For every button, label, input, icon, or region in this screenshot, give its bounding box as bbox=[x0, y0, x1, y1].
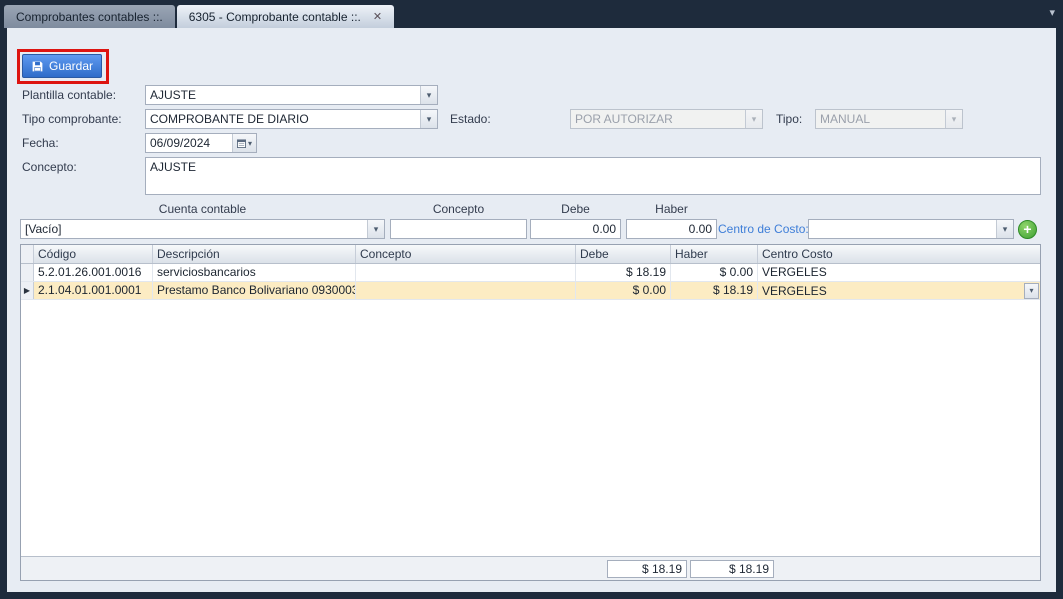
column-header-indicator bbox=[21, 245, 34, 263]
row-indicator bbox=[21, 264, 34, 281]
cell-centro-costo[interactable]: VERGELES ▾ bbox=[758, 282, 1040, 299]
save-icon bbox=[31, 60, 44, 73]
chevron-down-icon[interactable]: ▾ bbox=[1049, 6, 1055, 19]
column-header-concepto[interactable]: Concepto bbox=[356, 245, 576, 263]
tipo-combobox: MANUAL ▾ bbox=[815, 109, 963, 129]
cell-codigo[interactable]: 5.2.01.26.001.0016 bbox=[34, 264, 153, 281]
fecha-value: 06/09/2024 bbox=[150, 136, 211, 150]
cell-haber[interactable]: $ 0.00 bbox=[671, 264, 758, 281]
chevron-down-icon: ▾ bbox=[945, 110, 962, 128]
entry-header-haber: Haber bbox=[655, 202, 688, 216]
chevron-glyph: ▾ bbox=[426, 113, 432, 124]
add-row-button[interactable]: + bbox=[1018, 220, 1037, 239]
grid-header: Código Descripción Concepto Debe Haber C… bbox=[21, 245, 1040, 264]
entry-header-debe: Debe bbox=[561, 202, 590, 216]
column-header-haber[interactable]: Haber bbox=[671, 245, 758, 263]
column-header-descripcion[interactable]: Descripción bbox=[153, 245, 356, 263]
cuenta-contable-value: [Vacío] bbox=[25, 222, 62, 236]
chevron-down-icon[interactable]: ▾ bbox=[367, 220, 384, 238]
tab-comprobante-contable-6305[interactable]: 6305 - Comprobante contable ::. ✕ bbox=[176, 5, 395, 28]
fecha-label: Fecha: bbox=[22, 136, 59, 150]
column-header-debe[interactable]: Debe bbox=[576, 245, 671, 263]
grid-footer: $ 18.19 $ 18.19 bbox=[21, 556, 1040, 580]
estado-label: Estado: bbox=[450, 112, 491, 126]
cell-concepto[interactable] bbox=[356, 282, 576, 299]
chevron-glyph: ▾ bbox=[951, 113, 957, 124]
chevron-down-icon[interactable]: ▾ bbox=[420, 86, 437, 104]
column-header-codigo[interactable]: Código bbox=[34, 245, 153, 263]
chevron-glyph: ▾ bbox=[426, 89, 432, 100]
estado-combobox: POR AUTORIZAR ▾ bbox=[570, 109, 763, 129]
cell-centro-costo-value: VERGELES bbox=[762, 283, 827, 298]
chevron-down-icon[interactable]: ▾ bbox=[1024, 282, 1039, 299]
chevron-down-icon[interactable]: ▾ bbox=[996, 220, 1013, 238]
accounting-entries-grid: Código Descripción Concepto Debe Haber C… bbox=[20, 244, 1041, 581]
cell-haber[interactable]: $ 18.19 bbox=[671, 282, 758, 299]
cell-debe[interactable]: $ 0.00 bbox=[576, 282, 671, 299]
cuenta-contable-combobox[interactable]: [Vacío] ▾ bbox=[20, 219, 385, 239]
chevron-down-icon[interactable]: ▾ bbox=[420, 110, 437, 128]
calendar-icon[interactable]: ▾ bbox=[232, 134, 256, 152]
plantilla-contable-label: Plantilla contable: bbox=[22, 88, 117, 102]
app-window: Comprobantes contables ::. 6305 - Compro… bbox=[0, 0, 1063, 599]
calendar-glyph bbox=[236, 138, 246, 148]
tab-label: 6305 - Comprobante contable ::. bbox=[188, 9, 361, 24]
cell-concepto[interactable] bbox=[356, 264, 576, 281]
table-row-selected[interactable]: ▶ 2.1.04.01.001.0001 Prestamo Banco Boli… bbox=[21, 282, 1040, 300]
cell-centro-costo[interactable]: VERGELES bbox=[758, 264, 1040, 281]
concepto-textarea[interactable]: AJUSTE bbox=[145, 157, 1041, 195]
estado-value: POR AUTORIZAR bbox=[575, 112, 673, 126]
total-haber: $ 18.19 bbox=[690, 560, 774, 578]
tipo-comprobante-combobox[interactable]: COMPROBANTE DE DIARIO ▾ bbox=[145, 109, 438, 129]
tipo-comprobante-value: COMPROBANTE DE DIARIO bbox=[150, 112, 309, 126]
content-panel: Guardar Plantilla contable: Tipo comprob… bbox=[7, 28, 1056, 592]
entry-header-concepto: Concepto bbox=[432, 202, 485, 216]
chevron-down-icon: ▾ bbox=[745, 110, 762, 128]
tab-comprobantes-contables[interactable]: Comprobantes contables ::. bbox=[4, 5, 175, 28]
row-indicator: ▶ bbox=[21, 282, 34, 299]
close-icon[interactable]: ✕ bbox=[373, 10, 382, 23]
cell-descripcion[interactable]: serviciosbancarios bbox=[153, 264, 356, 281]
save-button[interactable]: Guardar bbox=[22, 54, 102, 78]
entry-header-cuenta: Cuenta contable bbox=[158, 202, 247, 216]
chevron-glyph: ▾ bbox=[1029, 286, 1034, 295]
tipo-comprobante-label: Tipo comprobante: bbox=[22, 112, 122, 126]
fecha-dateedit[interactable]: 06/09/2024 ▾ bbox=[145, 133, 257, 153]
grid-empty-area bbox=[21, 300, 1040, 556]
centro-de-costo-combobox[interactable]: ▾ bbox=[808, 219, 1014, 239]
tipo-label: Tipo: bbox=[776, 112, 803, 126]
save-button-label: Guardar bbox=[49, 59, 94, 73]
tipo-value: MANUAL bbox=[820, 112, 871, 126]
chevron-glyph: ▾ bbox=[373, 223, 379, 234]
table-row[interactable]: 5.2.01.26.001.0016 serviciosbancarios $ … bbox=[21, 264, 1040, 282]
column-header-centro-costo[interactable]: Centro Costo bbox=[758, 245, 1040, 263]
centro-de-costo-label: Centro de Costo: bbox=[718, 222, 809, 236]
chevron-glyph: ▾ bbox=[247, 138, 252, 148]
cell-debe[interactable]: $ 18.19 bbox=[576, 264, 671, 281]
total-debe: $ 18.19 bbox=[607, 560, 687, 578]
entry-haber-input[interactable] bbox=[626, 219, 717, 239]
concepto-label: Concepto: bbox=[22, 160, 77, 174]
tab-bar: Comprobantes contables ::. 6305 - Compro… bbox=[4, 3, 1059, 28]
plus-icon: + bbox=[1023, 221, 1032, 237]
plantilla-contable-combobox[interactable]: AJUSTE ▾ bbox=[145, 85, 438, 105]
entry-debe-input[interactable] bbox=[530, 219, 621, 239]
entry-concepto-input[interactable] bbox=[390, 219, 527, 239]
cell-descripcion[interactable]: Prestamo Banco Bolivariano 0930003817 bbox=[153, 282, 356, 299]
chevron-glyph: ▾ bbox=[751, 113, 757, 124]
plantilla-contable-value: AJUSTE bbox=[150, 88, 197, 102]
cell-codigo[interactable]: 2.1.04.01.001.0001 bbox=[34, 282, 153, 299]
chevron-glyph: ▾ bbox=[1002, 223, 1008, 234]
tab-label: Comprobantes contables ::. bbox=[16, 9, 163, 24]
